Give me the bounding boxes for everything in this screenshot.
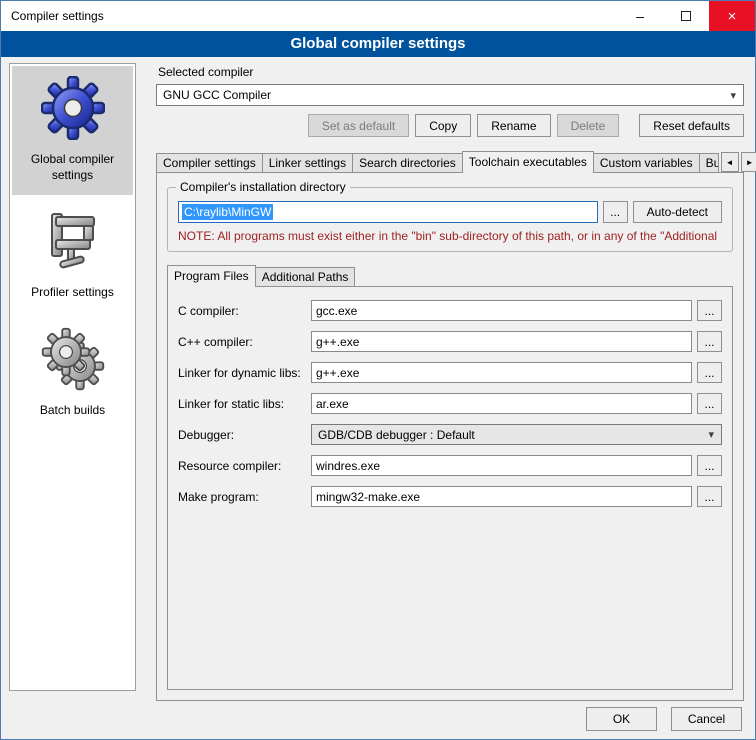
sidebar-item-global-compiler-settings[interactable]: Global compiler settings — [12, 66, 133, 195]
reset-defaults-button[interactable]: Reset defaults — [639, 114, 744, 137]
c-compiler-browse-button[interactable]: ... — [697, 300, 722, 321]
minimize-button[interactable]: – — [617, 1, 663, 31]
linker-dynamic-browse-button[interactable]: ... — [697, 362, 722, 383]
minimize-icon: – — [636, 8, 644, 24]
sidebar-item-label: Batch builds — [40, 403, 105, 419]
toolchain-executables-panel: Compiler's installation directory C:\ray… — [156, 172, 744, 701]
selected-compiler-label: Selected compiler — [158, 65, 744, 79]
cancel-button[interactable]: Cancel — [671, 707, 742, 731]
linker-dynamic-row: Linker for dynamic libs: g++.exe ... — [178, 362, 722, 383]
ok-button[interactable]: OK — [586, 707, 657, 731]
tab-search-directories[interactable]: Search directories — [352, 153, 463, 172]
delete-button[interactable]: Delete — [557, 114, 620, 137]
arrow-right-icon: ► — [746, 158, 754, 167]
make-program-label: Make program: — [178, 490, 306, 504]
gear-stack-icon — [41, 327, 105, 391]
tab-scroll-left-button[interactable]: ◄ — [721, 152, 739, 172]
maximize-button[interactable] — [663, 1, 709, 31]
note-text: NOTE: All programs must exist either in … — [178, 229, 722, 243]
compiler-select[interactable]: GNU GCC Compiler ▾ — [156, 84, 744, 106]
copy-button[interactable]: Copy — [415, 114, 471, 137]
linker-static-value: ar.exe — [316, 397, 349, 411]
settings-sidebar: Global compiler settings Profiler settin… — [9, 63, 136, 691]
compiler-select-value: GNU GCC Compiler — [163, 88, 271, 102]
chevron-down-icon: ▾ — [730, 89, 736, 102]
content-panel: Selected compiler GNU GCC Compiler ▾ Set… — [156, 63, 744, 701]
chevron-down-icon: ▾ — [708, 428, 714, 441]
sidebar-item-label: Global compiler settings — [16, 152, 129, 183]
compiler-action-buttons: Set as default Copy Rename Delete Reset … — [156, 114, 744, 137]
resource-compiler-input[interactable]: windres.exe — [311, 455, 692, 476]
dialog-body: Global compiler settings Profiler settin… — [1, 57, 755, 739]
cpp-compiler-label: C++ compiler: — [178, 335, 306, 349]
cpp-compiler-row: C++ compiler: g++.exe ... — [178, 331, 722, 352]
linker-static-browse-button[interactable]: ... — [697, 393, 722, 414]
maximize-icon — [681, 11, 691, 21]
c-compiler-value: gcc.exe — [316, 304, 357, 318]
settings-tabstrip: Compiler settings Linker settings Search… — [156, 150, 744, 172]
linker-static-label: Linker for static libs: — [178, 397, 306, 411]
installation-directory-row: C:\raylib\MinGW ... Auto-detect — [178, 201, 722, 223]
installation-directory-browse-button[interactable]: ... — [603, 201, 628, 223]
tab-build-options[interactable]: Build options — [699, 153, 719, 172]
window-controls: – × — [617, 1, 755, 31]
make-program-value: mingw32-make.exe — [316, 490, 420, 504]
debugger-label: Debugger: — [178, 428, 306, 442]
make-program-row: Make program: mingw32-make.exe ... — [178, 486, 722, 507]
linker-static-row: Linker for static libs: ar.exe ... — [178, 393, 722, 414]
sidebar-item-profiler-settings[interactable]: Profiler settings — [12, 199, 133, 313]
tab-program-files[interactable]: Program Files — [167, 265, 256, 287]
resource-compiler-value: windres.exe — [316, 459, 380, 473]
debugger-row: Debugger: GDB/CDB debugger : Default ▾ — [178, 424, 722, 445]
tab-build-options-label: Build options — [706, 156, 719, 170]
tab-compiler-settings[interactable]: Compiler settings — [156, 153, 263, 172]
tab-scroll-buttons: ◄ ► — [721, 152, 756, 172]
installation-directory-group: Compiler's installation directory C:\ray… — [167, 187, 733, 252]
window-title: Compiler settings — [1, 9, 104, 23]
cpp-compiler-browse-button[interactable]: ... — [697, 331, 722, 352]
program-files-tabstrip: Program Files Additional Paths — [167, 264, 733, 286]
linker-dynamic-input[interactable]: g++.exe — [311, 362, 692, 383]
program-files-panel: C compiler: gcc.exe ... C++ compiler: g+… — [167, 286, 733, 690]
resource-compiler-row: Resource compiler: windres.exe ... — [178, 455, 722, 476]
rename-button[interactable]: Rename — [477, 114, 550, 137]
resource-compiler-browse-button[interactable]: ... — [697, 455, 722, 476]
tab-custom-variables[interactable]: Custom variables — [593, 153, 700, 172]
installation-directory-input[interactable]: C:\raylib\MinGW — [178, 201, 598, 223]
tab-additional-paths[interactable]: Additional Paths — [255, 267, 356, 286]
c-compiler-row: C compiler: gcc.exe ... — [178, 300, 722, 321]
make-program-browse-button[interactable]: ... — [697, 486, 722, 507]
sidebar-item-batch-builds[interactable]: Batch builds — [12, 317, 133, 431]
debugger-select-value: GDB/CDB debugger : Default — [318, 428, 475, 442]
titlebar[interactable]: Compiler settings – × — [1, 1, 755, 31]
set-as-default-button[interactable]: Set as default — [308, 114, 409, 137]
auto-detect-button[interactable]: Auto-detect — [633, 201, 722, 223]
c-compiler-label: C compiler: — [178, 304, 306, 318]
dialog-footer: OK Cancel — [586, 707, 742, 731]
close-icon: × — [728, 8, 737, 25]
installation-directory-value: C:\raylib\MinGW — [182, 204, 273, 220]
debugger-select[interactable]: GDB/CDB debugger : Default ▾ — [311, 424, 722, 445]
make-program-input[interactable]: mingw32-make.exe — [311, 486, 692, 507]
tab-scroll-right-button[interactable]: ► — [741, 152, 756, 172]
cpp-compiler-input[interactable]: g++.exe — [311, 331, 692, 352]
gear-icon — [41, 76, 105, 140]
cpp-compiler-value: g++.exe — [316, 335, 359, 349]
resource-compiler-label: Resource compiler: — [178, 459, 306, 473]
tab-toolchain-executables[interactable]: Toolchain executables — [462, 151, 594, 173]
clamp-icon — [41, 209, 105, 273]
close-button[interactable]: × — [709, 1, 755, 31]
linker-dynamic-label: Linker for dynamic libs: — [178, 366, 306, 380]
tab-linker-settings[interactable]: Linker settings — [262, 153, 353, 172]
c-compiler-input[interactable]: gcc.exe — [311, 300, 692, 321]
sidebar-item-label: Profiler settings — [31, 285, 114, 301]
dialog-banner-title: Global compiler settings — [1, 31, 755, 57]
installation-directory-group-title: Compiler's installation directory — [176, 180, 350, 194]
arrow-left-icon: ◄ — [726, 158, 734, 167]
linker-static-input[interactable]: ar.exe — [311, 393, 692, 414]
linker-dynamic-value: g++.exe — [316, 366, 359, 380]
compiler-settings-window: Compiler settings – × Global compiler se… — [0, 0, 756, 740]
